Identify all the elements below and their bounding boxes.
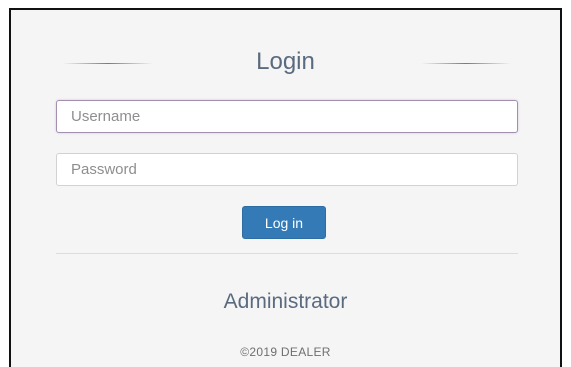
form-divider [56, 253, 518, 254]
login-button[interactable]: Log in [242, 206, 326, 239]
role-label: Administrator [223, 290, 348, 313]
login-header: Login [11, 46, 560, 80]
copyright-text: ©2019 DEALER [240, 345, 331, 359]
login-title: Login [256, 48, 315, 75]
password-input[interactable] [56, 153, 518, 186]
title-divider-right [421, 63, 511, 64]
login-panel: Login Log in Administrator ©2019 DEALER [9, 8, 562, 367]
username-input[interactable] [56, 100, 518, 133]
